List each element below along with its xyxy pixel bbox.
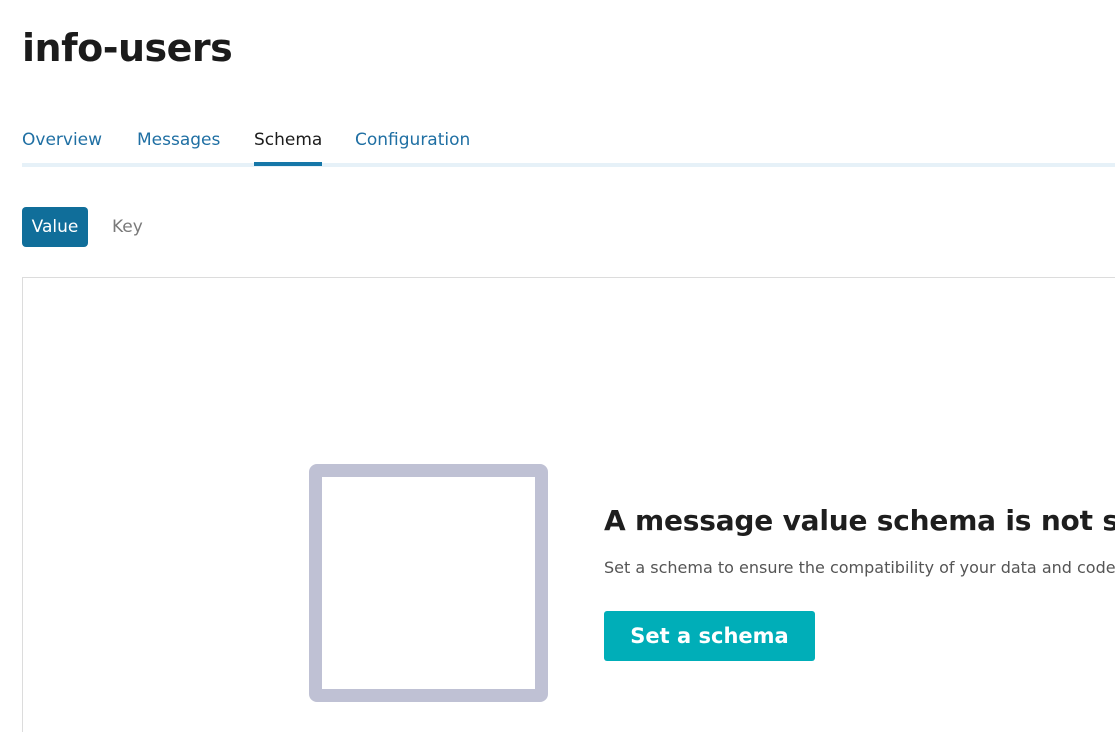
key-toggle-button[interactable]: Key — [112, 207, 143, 247]
tab-bar: Overview Messages Schema Configuration — [22, 120, 1115, 167]
page: info-users Overview Messages Schema Conf… — [0, 0, 1115, 732]
schema-empty-panel: A message value schema is not set Set a … — [22, 277, 1115, 732]
empty-state-title: A message value schema is not set — [604, 504, 1115, 537]
tab-schema[interactable]: Schema — [254, 130, 323, 166]
empty-square-icon — [309, 464, 548, 702]
empty-state-description: Set a schema to ensure the compatibility… — [604, 558, 1115, 577]
page-title: info-users — [22, 26, 233, 70]
tab-messages[interactable]: Messages — [137, 130, 220, 162]
set-schema-button[interactable]: Set a schema — [604, 611, 815, 661]
tab-overview[interactable]: Overview — [22, 130, 102, 162]
value-toggle-button[interactable]: Value — [22, 207, 88, 247]
tab-configuration[interactable]: Configuration — [355, 130, 470, 162]
